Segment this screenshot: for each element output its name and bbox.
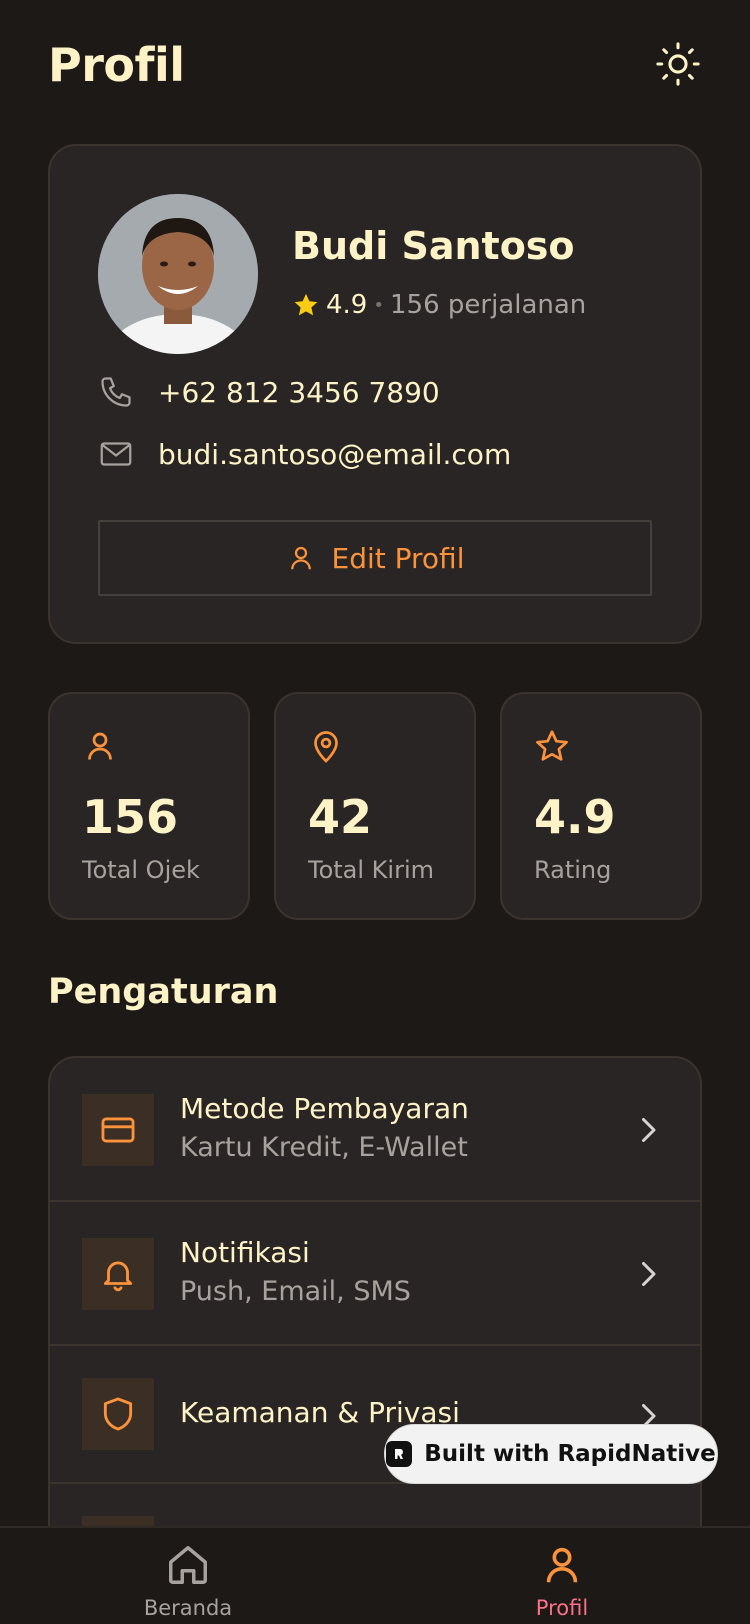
user-icon [546, 1547, 578, 1583]
chevron-right-icon [636, 1256, 660, 1292]
settings-item-title: Notifikasi [180, 1236, 310, 1269]
stat-card-rating: 4.9 Rating [500, 692, 702, 920]
phone-icon [98, 374, 134, 410]
credit-card-icon [82, 1094, 154, 1166]
tab-beranda[interactable]: Beranda [108, 1542, 268, 1620]
star-icon [294, 293, 318, 316]
avatar[interactable] [98, 194, 258, 354]
profile-screen: Profil Budi Santoso 4.9 • 156 perjalanan… [0, 0, 750, 1526]
stat-card-total-kirim: 42 Total Kirim [274, 692, 476, 920]
bottom-tab-bar: Beranda Profil [0, 1526, 750, 1624]
stat-value: 4.9 [534, 790, 616, 844]
page-title: Profil [48, 38, 185, 92]
mail-icon [98, 436, 134, 472]
rating-summary: 4.9 • 156 perjalanan [292, 290, 586, 320]
user-icon [290, 546, 311, 570]
sun-icon [656, 42, 700, 86]
email-row: budi.santoso@email.com [98, 436, 511, 472]
map-pin-icon [314, 731, 338, 763]
header: Profil [48, 36, 702, 94]
stat-value: 156 [82, 790, 179, 844]
tab-label: Profil [535, 1596, 589, 1620]
star-icon [536, 730, 568, 761]
settings-item-title: Metode Pembayaran [180, 1092, 469, 1125]
built-with-badge[interactable]: Built with RapidNative [384, 1424, 718, 1484]
stat-label: Total Ojek [82, 856, 200, 884]
stat-value: 42 [308, 790, 373, 844]
phone-number: +62 812 3456 7890 [158, 375, 440, 409]
trip-count: 156 perjalanan [389, 290, 587, 320]
theme-toggle-button[interactable] [654, 40, 702, 88]
rating-value: 4.9 [326, 290, 368, 320]
stat-label: Rating [534, 856, 612, 884]
settings-item-partial[interactable] [50, 1484, 700, 1526]
bell-icon [82, 1238, 154, 1310]
phone-row: +62 812 3456 7890 [98, 374, 440, 410]
home-icon [169, 1546, 207, 1584]
rating-separator: • [373, 294, 384, 316]
edit-profile-label: Edit Profil [331, 541, 465, 575]
stat-card-total-ojek: 156 Total Ojek [48, 692, 250, 920]
tab-profil[interactable]: Profil [482, 1542, 642, 1620]
badge-label: Built with RapidNative [424, 1441, 716, 1467]
settings-item-notifications[interactable]: Notifikasi Push, Email, SMS [50, 1202, 700, 1346]
profile-card: Budi Santoso 4.9 • 156 perjalanan +62 81… [48, 144, 702, 644]
rapidnative-logo-icon [386, 1441, 413, 1467]
settings-title: Pengaturan [48, 972, 279, 1012]
settings-item-payment[interactable]: Metode Pembayaran Kartu Kredit, E-Wallet [50, 1058, 700, 1202]
settings-item-subtitle: Kartu Kredit, E-Wallet [180, 1132, 468, 1163]
stat-label: Total Kirim [308, 856, 434, 884]
tab-label: Beranda [143, 1596, 233, 1620]
shield-icon [82, 1378, 154, 1450]
email-address: budi.santoso@email.com [158, 437, 512, 471]
user-icon [88, 732, 112, 760]
settings-item-subtitle: Push, Email, SMS [180, 1276, 411, 1307]
settings-item-icon-box [82, 1516, 154, 1526]
chevron-right-icon [636, 1112, 660, 1148]
profile-name: Budi Santoso [292, 224, 575, 268]
edit-profile-button[interactable]: Edit Profil [98, 520, 652, 596]
